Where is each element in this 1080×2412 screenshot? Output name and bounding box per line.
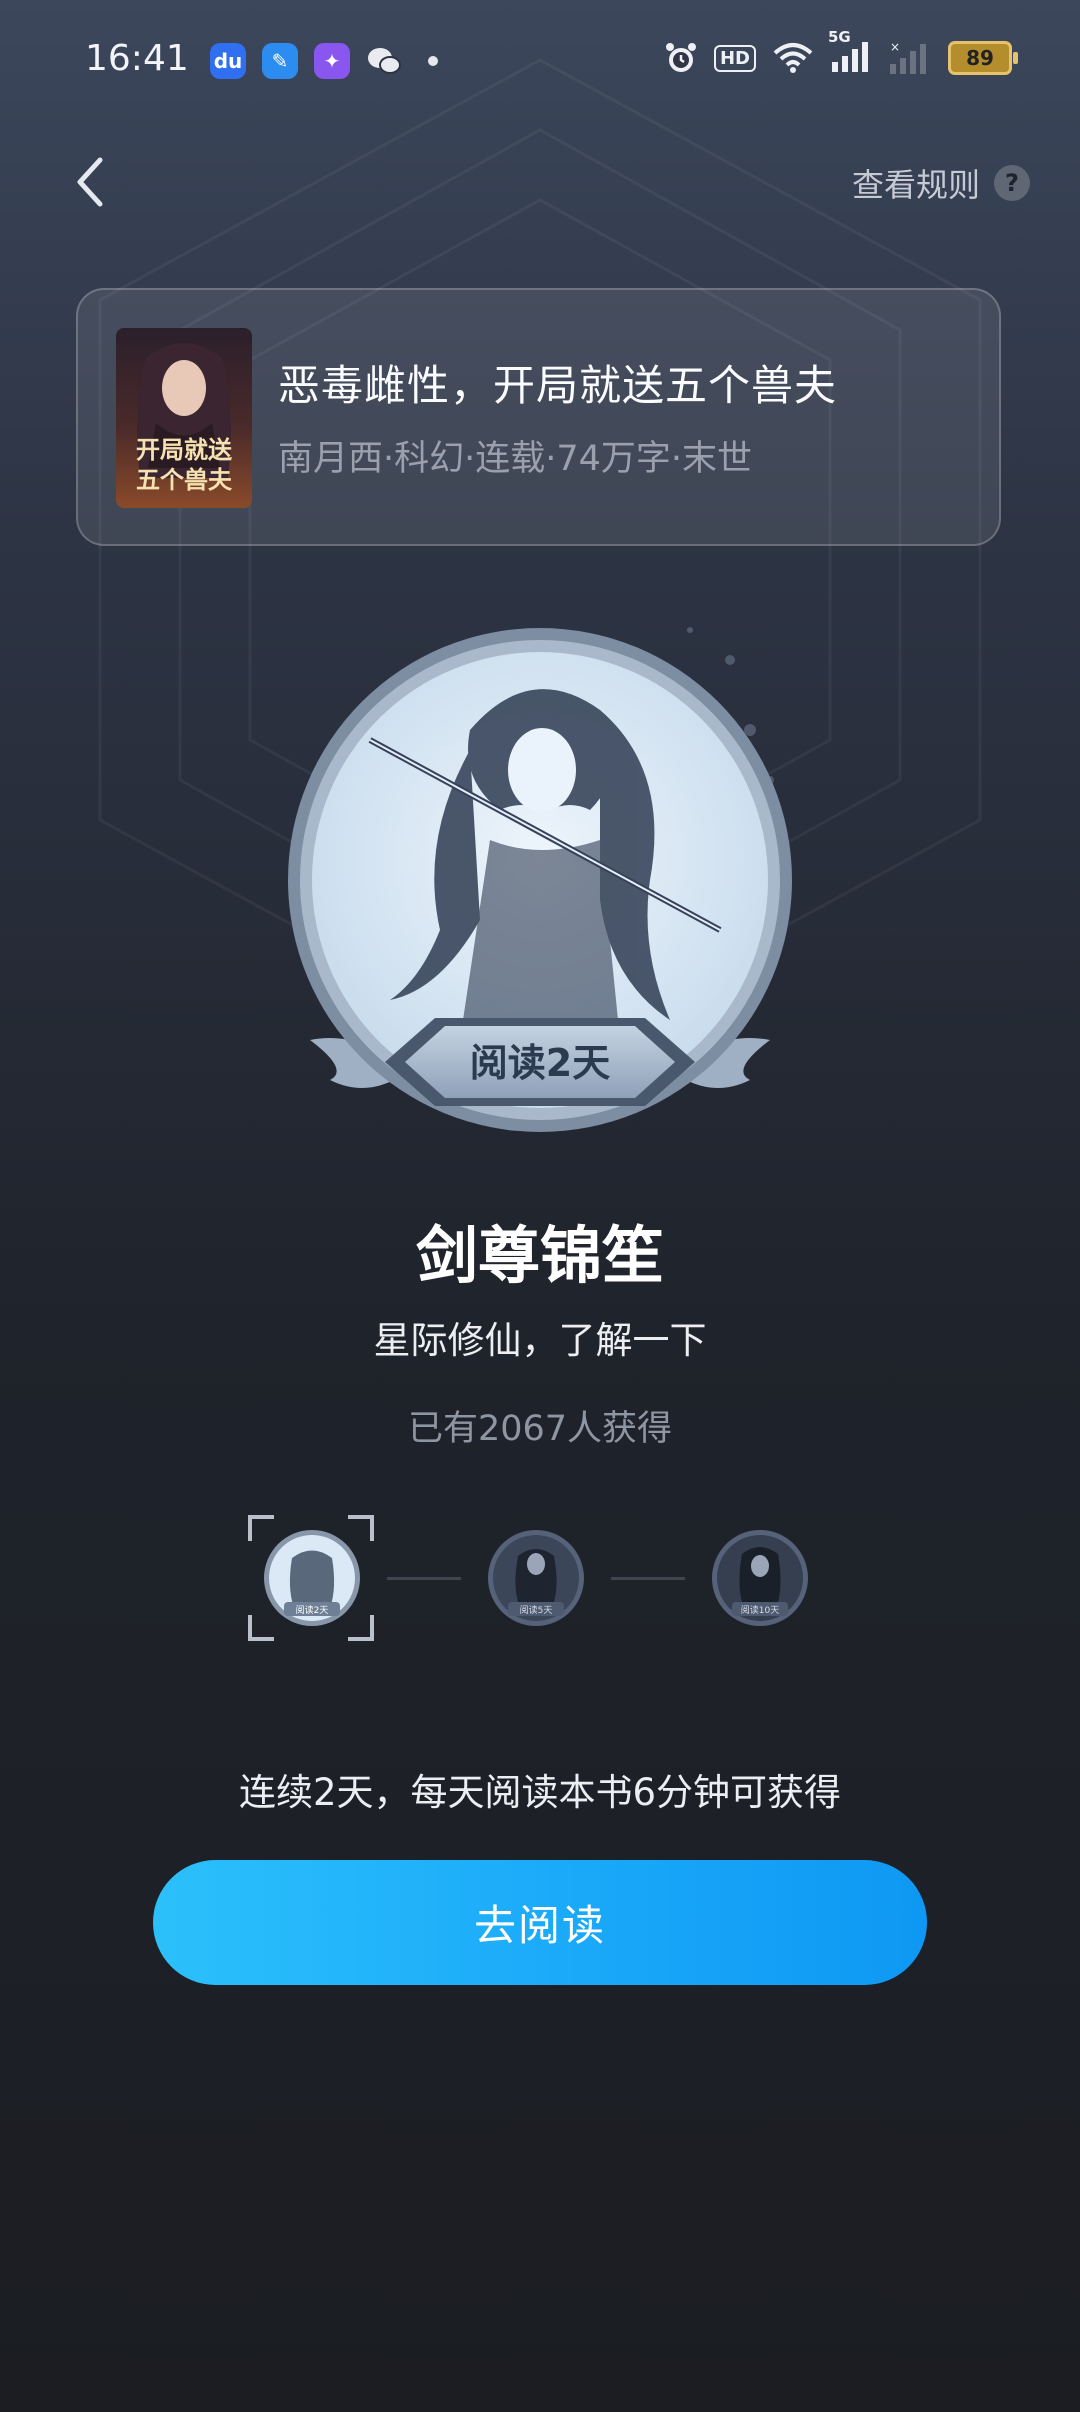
step-badge-day-5[interactable]: 阅读5天 [486,1528,586,1628]
battery-level: 89 [966,46,994,70]
blue-app-icon: ✎ [262,43,298,79]
badge-ribbon-label: 阅读2天 [470,1041,610,1085]
cover-title-line1: 开局就送 [136,435,233,464]
network-type-label: 5G [828,28,851,46]
status-bar: 16:41 du ✎ ✦ HD 5G × 89 [0,0,1080,124]
svg-text:×: × [890,42,900,54]
book-card[interactable]: 开局就送 五个兽夫 恶毒雌性，开局就送五个兽夫 南月西·科幻·连载·74万字·末… [76,288,1001,546]
step-1-label: 阅读2天 [296,1604,329,1616]
back-button[interactable] [60,150,120,214]
hd-voice-icon: HD [713,44,756,72]
step-badge-day-2[interactable]: 阅读2天 [262,1528,362,1628]
step-connector-2 [611,1577,685,1580]
badge-medallion: 阅读2天 [270,600,810,1160]
badge-name: 剑尊锦笙 [415,1219,664,1292]
purple-app-icon: ✦ [314,43,350,79]
step-badge-day-10[interactable]: 阅读10天 [710,1528,810,1628]
step-3-label: 阅读10天 [741,1604,779,1616]
wechat-icon [366,43,402,79]
notification-icons: du ✎ ✦ [210,43,438,79]
cover-title-line2: 五个兽夫 [136,465,233,494]
badge-owner-count: 已有2067人获得 [407,1409,673,1449]
battery-icon: 89 [948,41,1018,75]
signal-bars-sim2-icon: × [890,42,926,74]
baidu-app-icon: du [210,43,246,79]
status-time: 16:41 [85,38,189,79]
cellular-signal-5g: 5G [828,28,872,76]
step-2-label: 阅读5天 [520,1604,553,1616]
book-cover: 开局就送 五个兽夫 [116,328,252,508]
help-icon: ? [994,165,1030,201]
status-indicators: HD 5G × 89 [664,28,1018,76]
book-meta: 南月西·科幻·连载·74万字·末世 [278,439,753,479]
badge-requirement-text: 连续2天，每天阅读本书6分钟可获得 [238,1771,842,1814]
go-read-button[interactable]: 去阅读 [153,1860,927,1985]
step-connector-1 [387,1577,461,1580]
book-title: 恶毒雌性，开局就送五个兽夫 [278,361,838,410]
view-rules-button[interactable]: 查看规则 ? [852,160,1030,206]
more-notifications-dot [428,56,438,66]
view-rules-label: 查看规则 [851,166,980,204]
alarm-icon [665,43,696,72]
wifi-icon [773,43,813,73]
badge-description: 星际修仙，了解一下 [373,1319,707,1362]
